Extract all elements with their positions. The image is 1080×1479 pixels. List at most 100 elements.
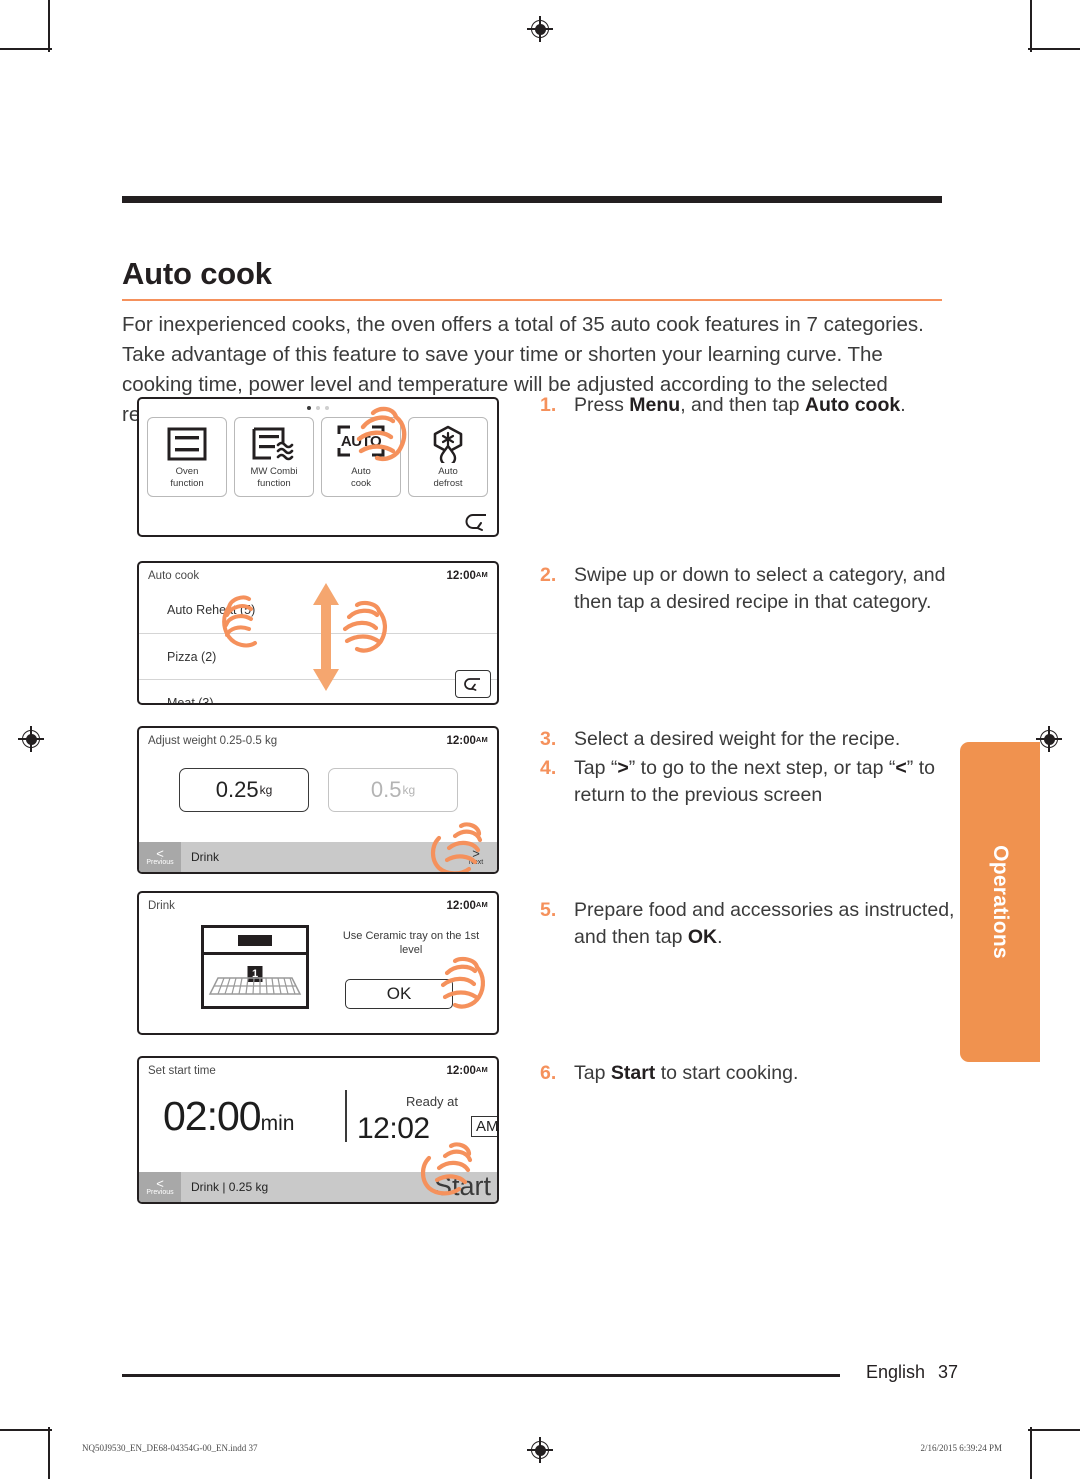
mw-combi-function-icon bbox=[235, 424, 313, 464]
weight-screen-clock: 12:00AM bbox=[446, 735, 488, 747]
crop-mark-tl-v bbox=[48, 0, 50, 52]
illustration-menu-screen: Oven function MW Combi function AUTO Aut… bbox=[137, 397, 499, 537]
illustration-start-screen: Set start time 12:00AM 02:00min Ready at… bbox=[137, 1056, 499, 1204]
illustration-prep-screen: Drink 12:00AM 1 Use Ceramic tray on the … bbox=[137, 891, 499, 1035]
registration-mark-left bbox=[18, 726, 44, 752]
prep-instruction-text: Use Ceramic tray on the 1st level bbox=[342, 930, 480, 956]
step-2: 2. Swipe up or down to select a category… bbox=[540, 562, 960, 616]
section-tab-label: Operations bbox=[989, 845, 1012, 959]
weight-option-0-25[interactable]: 0.25 kg bbox=[179, 768, 309, 812]
weight-option-0-5-unit: kg bbox=[402, 783, 416, 797]
step-3: 3. Select a desired weight for the recip… bbox=[540, 726, 960, 753]
auto-cook-icon: AUTO bbox=[322, 424, 400, 464]
weight-bar-recipe-label: Drink bbox=[191, 850, 220, 864]
crop-mark-tr-v bbox=[1030, 0, 1032, 52]
tile-mw-combi-function[interactable]: MW Combi function bbox=[234, 417, 314, 497]
vertical-divider bbox=[345, 1090, 347, 1142]
tile-auto-defrost-label: Auto defrost bbox=[433, 466, 463, 489]
step-3-number: 3. bbox=[540, 728, 557, 750]
tile-mw-combi-function-label: MW Combi function bbox=[250, 466, 298, 489]
crop-mark-tr-h bbox=[1028, 48, 1080, 50]
cooking-duration: 02:00min bbox=[163, 1094, 294, 1146]
illustration-category-list-screen: Auto cook 12:00AM Auto Reheat (5) Pizza … bbox=[137, 561, 499, 705]
previous-button-label: Previous bbox=[146, 1188, 174, 1196]
step-4: 4. Tap “>” to go to the next step, or ta… bbox=[540, 755, 960, 809]
previous-chevron-icon: < bbox=[156, 845, 164, 861]
ready-at-time: 12:02 bbox=[357, 1112, 430, 1145]
auto-defrost-icon bbox=[409, 424, 487, 464]
wire-rack-icon bbox=[208, 977, 302, 995]
tile-auto-cook-label: Auto cook bbox=[350, 466, 372, 489]
oven-function-icon bbox=[148, 424, 226, 464]
illustration-weight-screen: Adjust weight 0.25-0.5 kg 12:00AM 0.25 kg… bbox=[137, 726, 499, 874]
function-tiles: Oven function MW Combi function AUTO Aut… bbox=[147, 417, 488, 497]
header-rule bbox=[122, 196, 942, 203]
crop-mark-bl-v bbox=[48, 1427, 50, 1479]
back-arrow-icon[interactable] bbox=[463, 511, 491, 533]
crop-mark-tl-h bbox=[0, 48, 52, 50]
prep-screen-title: Drink bbox=[148, 900, 175, 912]
footer-page-number: 37 bbox=[938, 1362, 959, 1382]
section-tab-operations: Operations bbox=[960, 742, 1040, 1062]
previous-button[interactable]: < Previous bbox=[139, 1172, 181, 1202]
previous-chevron-icon: < bbox=[156, 1175, 164, 1191]
weight-screen-title: Adjust weight 0.25-0.5 kg bbox=[148, 735, 278, 747]
step-5-number: 5. bbox=[540, 899, 557, 921]
ready-at-label: Ready at bbox=[405, 1094, 459, 1109]
start-screen-clock: 12:00AM bbox=[446, 1065, 488, 1077]
back-arrow-icon[interactable] bbox=[455, 670, 491, 698]
tile-auto-cook[interactable]: AUTO Auto cook bbox=[321, 417, 401, 497]
list-item-pizza-label: Pizza (2) bbox=[167, 650, 217, 664]
list-screen-title: Auto cook bbox=[148, 570, 200, 582]
title-underline bbox=[122, 299, 942, 301]
auto-cook-icon-text: AUTO bbox=[340, 433, 382, 450]
start-button[interactable]: Start bbox=[434, 1171, 491, 1202]
weight-option-0-5[interactable]: 0.5 kg bbox=[328, 768, 458, 812]
manual-page: Auto cook For inexperienced cooks, the o… bbox=[0, 0, 1080, 1479]
list-item-auto-reheat-label: Auto Reheat (5) bbox=[167, 603, 256, 617]
start-screen-title: Set start time bbox=[148, 1065, 216, 1077]
step-4-number: 4. bbox=[540, 757, 557, 779]
registration-mark-bottom bbox=[527, 1437, 553, 1463]
list-item-meat-label: Meat (3) bbox=[167, 696, 214, 705]
oven-diagram: 1 bbox=[201, 925, 309, 1009]
page-title: Auto cook bbox=[122, 256, 272, 291]
step-4-text: Tap “>” to go to the next step, or tap “… bbox=[574, 757, 935, 806]
cooking-duration-value: 02:00 bbox=[163, 1093, 262, 1139]
step-2-text: Swipe up or down to select a category, a… bbox=[574, 564, 946, 613]
tile-auto-defrost[interactable]: Auto defrost bbox=[408, 417, 488, 497]
oven-display-icon bbox=[238, 935, 272, 946]
production-timestamp: 2/16/2015 6:39:24 PM bbox=[920, 1443, 1002, 1453]
crop-mark-br-v bbox=[1030, 1427, 1032, 1479]
step-6-text: Tap Start to start cooking. bbox=[574, 1062, 799, 1084]
page-dots bbox=[307, 406, 329, 410]
list-item-meat[interactable]: Meat (3) bbox=[139, 679, 497, 705]
tile-oven-function-label: Oven function bbox=[170, 466, 204, 489]
production-filename: NQ50J9530_EN_DE68-04354G-00_EN.indd 37 bbox=[82, 1443, 258, 1453]
previous-button-label: Previous bbox=[146, 858, 174, 866]
prep-screen-clock: 12:00AM bbox=[446, 900, 488, 912]
next-button[interactable]: > Next bbox=[455, 842, 497, 872]
step-6: 6. Tap Start to start cooking. bbox=[540, 1060, 960, 1087]
step-3-text: Select a desired weight for the recipe. bbox=[574, 728, 901, 750]
list-item-auto-reheat[interactable]: Auto Reheat (5) bbox=[139, 587, 497, 633]
step-6-number: 6. bbox=[540, 1062, 557, 1084]
step-1-number: 1. bbox=[540, 394, 557, 416]
page-dot-1 bbox=[307, 406, 311, 410]
start-bar-recipe-label: Drink | 0.25 kg bbox=[191, 1180, 269, 1194]
tile-oven-function[interactable]: Oven function bbox=[147, 417, 227, 497]
step-5: 5. Prepare food and accessories as instr… bbox=[540, 897, 960, 951]
weight-option-0-25-value: 0.25 bbox=[215, 777, 259, 802]
step-2-number: 2. bbox=[540, 564, 557, 586]
list-item-pizza[interactable]: Pizza (2) bbox=[139, 633, 497, 680]
footer-rule bbox=[122, 1374, 840, 1377]
ok-button[interactable]: OK bbox=[345, 979, 453, 1009]
step-5-text: Prepare food and accessories as instruct… bbox=[574, 899, 955, 948]
next-button-label: Next bbox=[468, 858, 484, 866]
weight-options: 0.25 kg 0.5 kg bbox=[179, 768, 458, 812]
footer-language: English bbox=[866, 1362, 926, 1382]
previous-button[interactable]: < Previous bbox=[139, 842, 181, 872]
step-1-text: Press Menu, and then tap Auto cook. bbox=[574, 394, 906, 416]
crop-mark-bl-h bbox=[0, 1429, 52, 1431]
crop-mark-br-h bbox=[1028, 1429, 1080, 1431]
